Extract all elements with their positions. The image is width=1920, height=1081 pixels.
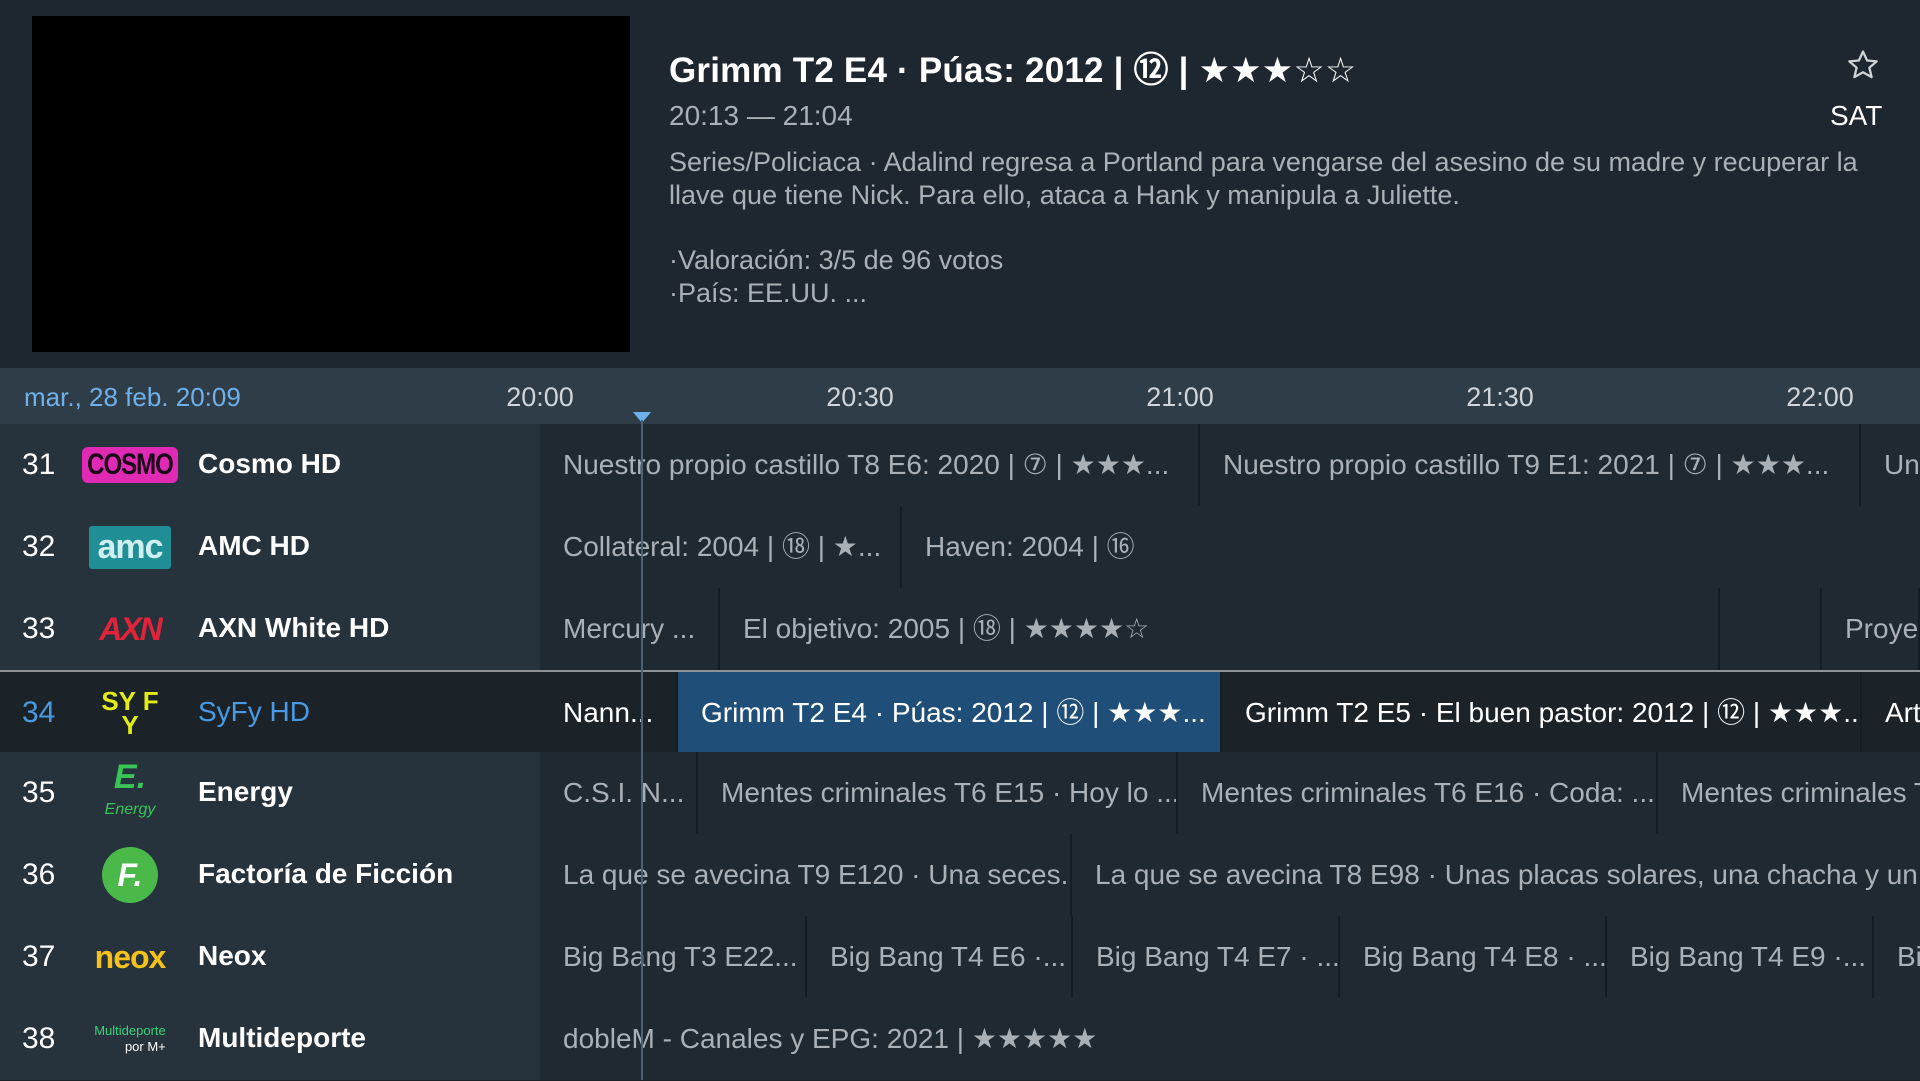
channel-name: SyFy HD bbox=[198, 696, 310, 727]
channel-name: Factoría de Ficción bbox=[198, 858, 454, 889]
star-outline-icon[interactable] bbox=[1846, 48, 1880, 82]
program-list: Nann... Grimm T2 E4 · Púas: 2012 | ⑫ | ★… bbox=[540, 672, 1920, 754]
channel-row-selected: 34 SY FY SyFy HD Nann... Grimm T2 E4 · P… bbox=[0, 670, 1920, 756]
program-cell[interactable]: Big Bang T4 E7 · ... bbox=[1073, 916, 1340, 998]
channel-number: 32 bbox=[22, 530, 56, 563]
program-cell[interactable]: Collateral: 2004 | ⑱ | ★... bbox=[540, 506, 902, 588]
program-cell[interactable]: La que se avecina T8 E98 · Unas placas s… bbox=[1072, 834, 1920, 916]
program-cell[interactable]: Nuestro propio castillo T8 E6: 2020 | ⑦ … bbox=[540, 424, 1200, 506]
channel-name: Neox bbox=[198, 940, 267, 971]
channel-cell[interactable]: 35 E. Energy Energy bbox=[0, 752, 540, 834]
program-list: Mercury ... El objetivo: 2005 | ⑱ | ★★★★… bbox=[540, 588, 1920, 670]
channel-number: 31 bbox=[22, 448, 56, 481]
program-list: dobleM - Canales y EPG: 2021 | ★★★★★ bbox=[540, 998, 1920, 1080]
program-cell[interactable]: Bi bbox=[1874, 916, 1920, 998]
time-tick: 22:00 bbox=[1786, 382, 1854, 412]
channel-cell[interactable]: 32 amc AMC HD bbox=[0, 506, 540, 588]
amc-logo-icon: amc bbox=[84, 520, 176, 574]
program-cell[interactable]: Haven: 2004 | ⑯ bbox=[902, 506, 1920, 588]
channel-cell[interactable]: 38 Multideporte por M+ Multideporte bbox=[0, 998, 540, 1080]
channel-name: Energy bbox=[198, 776, 293, 807]
program-list: Big Bang T3 E22... Big Bang T4 E6 ·... B… bbox=[540, 916, 1920, 998]
program-cell[interactable]: Nuestro propio castillo T9 E1: 2021 | ⑦ … bbox=[1200, 424, 1861, 506]
channel-cell[interactable]: 36 F. Factoría de Ficción bbox=[0, 834, 540, 916]
time-tick: 20:30 bbox=[826, 382, 894, 412]
channel-row: 32 amc AMC HD Collateral: 2004 | ⑱ | ★..… bbox=[0, 506, 1920, 589]
program-cell[interactable]: Big Bang T4 E9 ·... bbox=[1607, 916, 1874, 998]
channel-number: 35 bbox=[22, 776, 56, 809]
program-cell[interactable]: Mentes criminales T6 E15 · Hoy lo ... bbox=[698, 752, 1178, 834]
program-cell-selected[interactable]: Grimm T2 E4 · Púas: 2012 | ⑫ | ★★★... bbox=[678, 672, 1222, 754]
program-cell[interactable]: Big Bang T4 E8 · ... bbox=[1340, 916, 1607, 998]
program-list: Nuestro propio castillo T8 E6: 2020 | ⑦ … bbox=[540, 424, 1920, 506]
program-cell[interactable]: dobleM - Canales y EPG: 2021 | ★★★★★ bbox=[540, 998, 1920, 1080]
program-info-panel: Grimm T2 E4 · Púas: 2012 | ⑫ | ★★★☆☆ 20:… bbox=[0, 0, 1920, 368]
channel-number: 34 bbox=[22, 696, 56, 729]
channel-row: 38 Multideporte por M+ Multideporte dobl… bbox=[0, 998, 1920, 1081]
program-cell[interactable]: La que se avecina T9 E120 · Una seces... bbox=[540, 834, 1072, 916]
syfy-logo-icon: SY FY bbox=[101, 686, 159, 740]
epg-grid: 31 COSMO Cosmo HD Nuestro propio castill… bbox=[0, 424, 1920, 1081]
channel-row: 35 E. Energy Energy C.S.I. N... Mentes c… bbox=[0, 752, 1920, 835]
program-cell[interactable]: Proyec bbox=[1820, 588, 1920, 670]
channel-name: Cosmo HD bbox=[198, 448, 342, 479]
timeline-header: mar., 28 feb. 20:09 20:00 20:30 21:00 21… bbox=[0, 368, 1920, 424]
axn-white-logo-icon: AXN bbox=[99, 610, 163, 647]
channel-row: 33 AXN AXN White HD Mercury ... El objet… bbox=[0, 588, 1920, 671]
channel-name: Multideporte bbox=[198, 1022, 366, 1053]
channel-cell[interactable]: 34 SY FY SyFy HD bbox=[0, 672, 540, 754]
program-cell[interactable]: Mercury ... bbox=[540, 588, 720, 670]
channel-row: 31 COSMO Cosmo HD Nuestro propio castill… bbox=[0, 424, 1920, 507]
channel-cell[interactable]: 33 AXN AXN White HD bbox=[0, 588, 540, 670]
multideporte-logo-icon: Multideporte por M+ bbox=[94, 1023, 166, 1054]
time-tick: 21:00 bbox=[1146, 382, 1214, 412]
channel-name: AXN White HD bbox=[198, 612, 390, 643]
channel-number: 37 bbox=[22, 940, 56, 973]
program-cell[interactable]: Nann... bbox=[540, 672, 678, 754]
program-list: La que se avecina T9 E120 · Una seces...… bbox=[540, 834, 1920, 916]
program-cell[interactable]: El objetivo: 2005 | ⑱ | ★★★★☆ bbox=[720, 588, 1720, 670]
program-cell[interactable]: Mentes criminales T bbox=[1658, 752, 1920, 834]
channel-row: 37 neox Neox Big Bang T3 E22... Big Bang… bbox=[0, 916, 1920, 999]
video-preview[interactable] bbox=[32, 16, 630, 352]
program-cell[interactable]: Big Bang T4 E6 ·... bbox=[807, 916, 1073, 998]
program-cell[interactable]: Un bbox=[1861, 424, 1920, 506]
program-list: Collateral: 2004 | ⑱ | ★... Haven: 2004 … bbox=[540, 506, 1920, 588]
channel-cell[interactable]: 37 neox Neox bbox=[0, 916, 540, 998]
program-rating: ·Valoración: 3/5 de 96 votos bbox=[669, 245, 1004, 275]
program-description: Series/Policiaca · Adalind regresa a Por… bbox=[669, 147, 1858, 210]
neox-logo-icon: neox bbox=[94, 938, 167, 975]
time-tick: 21:30 bbox=[1466, 382, 1534, 412]
program-country: ·País: EE.UU. ... bbox=[669, 278, 868, 308]
program-title: Grimm T2 E4 · Púas: 2012 | ⑫ | ★★★☆☆ bbox=[669, 51, 1357, 90]
program-time: 20:13 — 21:04 bbox=[669, 100, 853, 131]
program-cell[interactable]: Grimm T2 E5 · El buen pastor: 2012 | ⑫ |… bbox=[1222, 672, 1862, 754]
current-time-line bbox=[641, 420, 643, 1080]
energy-logo-icon: E. Energy bbox=[104, 757, 156, 818]
program-cell[interactable]: Big Bang T3 E22... bbox=[540, 916, 807, 998]
program-cell[interactable]: Art bbox=[1862, 672, 1920, 754]
source-label: SAT bbox=[1830, 100, 1883, 131]
channel-row: 36 F. Factoría de Ficción La que se avec… bbox=[0, 834, 1920, 917]
current-date: mar., 28 feb. 20:09 bbox=[24, 382, 241, 412]
channel-cell[interactable]: 31 COSMO Cosmo HD bbox=[0, 424, 540, 506]
program-cell[interactable]: C.S.I. N... bbox=[540, 752, 698, 834]
channel-number: 33 bbox=[22, 612, 56, 645]
fdf-logo-icon: F. bbox=[84, 847, 176, 903]
program-list: C.S.I. N... Mentes criminales T6 E15 · H… bbox=[540, 752, 1920, 834]
program-cell[interactable]: Mentes criminales T6 E16 · Coda: ... bbox=[1178, 752, 1658, 834]
channel-number: 36 bbox=[22, 858, 56, 891]
time-tick: 20:00 bbox=[506, 382, 574, 412]
channel-number: 38 bbox=[22, 1022, 56, 1055]
cosmo-logo-icon: COSMO bbox=[82, 438, 178, 492]
channel-name: AMC HD bbox=[198, 530, 310, 561]
program-meta: ·Valoración: 3/5 de 96 votos ·País: EE.U… bbox=[669, 244, 1003, 310]
